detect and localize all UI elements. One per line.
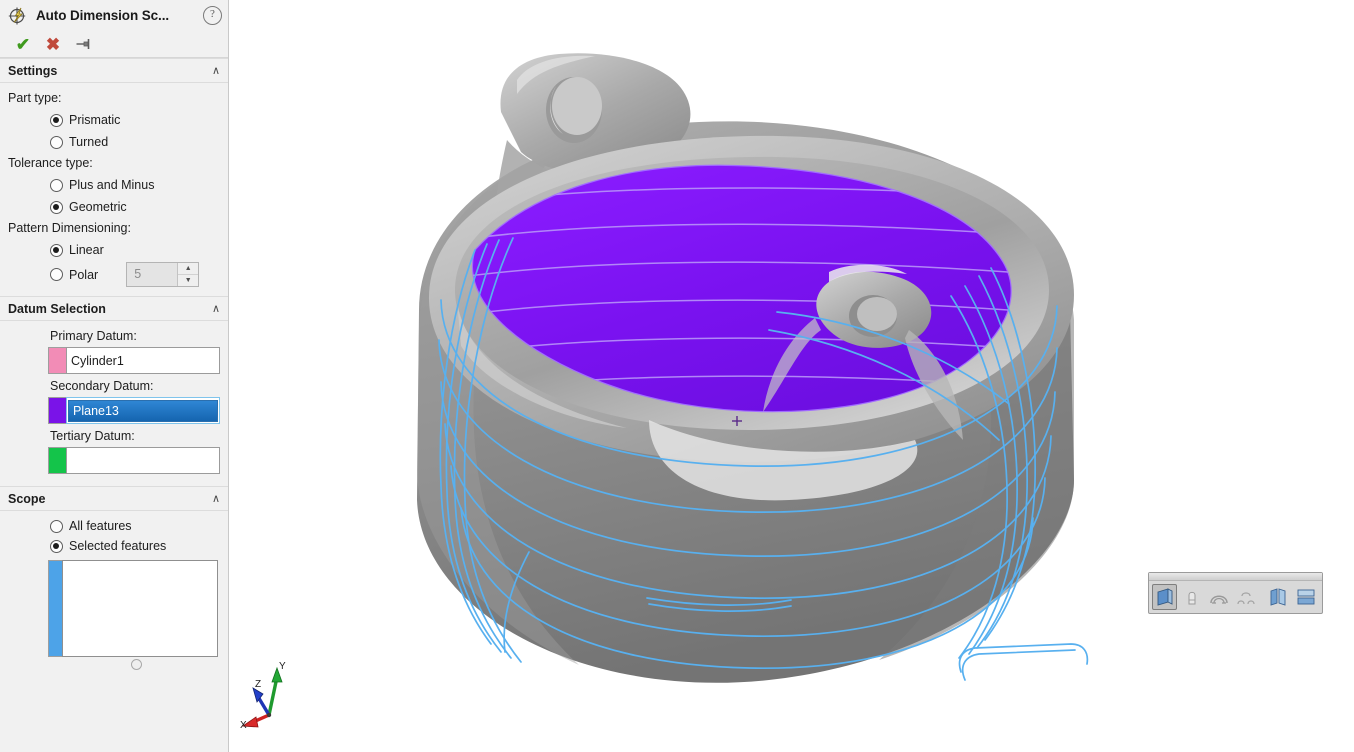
tolerance-type-label: Tolerance type:	[8, 156, 93, 170]
property-manager-panel: Auto Dimension Sc... ? ✔ ✖ Settings ∧ Pa…	[0, 0, 229, 752]
pin-icon[interactable]	[68, 33, 98, 55]
axis-origin	[266, 712, 272, 718]
tertiary-datum-color-swatch	[48, 447, 66, 474]
radio-label: Geometric	[69, 200, 127, 214]
chevron-up-icon[interactable]: ∧	[212, 64, 220, 77]
part-type-label: Part type:	[8, 91, 62, 105]
radio-indicator	[50, 113, 63, 127]
cad-model-3d-view[interactable]	[229, 0, 1354, 752]
y-axis-line	[267, 676, 279, 716]
application-window: Auto Dimension Sc... ? ✔ ✖ Settings ∧ Pa…	[0, 0, 1354, 752]
pattern-dimensioning-label: Pattern Dimensioning:	[8, 221, 131, 235]
radio-tolerance-geometric[interactable]: Geometric	[8, 196, 220, 218]
radio-label: Polar	[69, 267, 99, 282]
settings-body: Part type: Prismatic Turned Tolerance ty…	[0, 83, 228, 290]
chevron-up-icon[interactable]: ∧	[212, 302, 220, 315]
primary-datum-row: Cylinder1	[48, 347, 220, 374]
radio-part-type-turned[interactable]: Turned	[8, 131, 220, 153]
curvature-display-icon[interactable]	[1294, 584, 1319, 610]
chevron-up-icon[interactable]: ∧	[212, 492, 220, 505]
radio-scope-all-features[interactable]: All features	[8, 516, 220, 536]
radio-label: Plus and Minus	[69, 178, 155, 192]
radio-tolerance-plus-and-minus[interactable]: Plus and Minus	[8, 174, 220, 196]
secondary-datum-color-swatch	[48, 397, 66, 424]
scope-selection-list[interactable]	[62, 560, 218, 657]
radio-pattern-polar[interactable]: Polar 5 ▲ ▼	[8, 261, 220, 288]
radio-label: Prismatic	[69, 113, 121, 127]
secondary-datum-value: Plane13	[68, 399, 218, 422]
section-header-settings[interactable]: Settings ∧	[0, 58, 228, 83]
property-manager-action-bar: ✔ ✖	[0, 31, 228, 58]
z-axis-label: Z	[255, 679, 261, 690]
coordinate-axis-triad: Y Z X	[240, 661, 286, 730]
datum-selection-body: Primary Datum: Cylinder1 Secondary Datum…	[0, 321, 228, 478]
radio-label: Selected features	[69, 539, 167, 553]
listbox-resize-handle[interactable]	[130, 659, 142, 670]
section-header-scope[interactable]: Scope ∧	[0, 486, 228, 511]
parting-line-analysis-icon[interactable]	[1233, 584, 1258, 610]
secondary-datum-label: Secondary Datum:	[50, 379, 154, 393]
radio-indicator	[50, 135, 63, 149]
scope-selection-listbox[interactable]	[48, 560, 218, 657]
cancel-x-icon[interactable]: ✖	[38, 33, 68, 55]
stepper-up-icon[interactable]: ▲	[178, 263, 199, 275]
section-view-icon[interactable]	[1152, 584, 1178, 610]
polar-count-value: 5	[134, 267, 142, 281]
graphics-viewport[interactable]: Y Z X	[229, 0, 1354, 752]
stepper-buttons: ▲ ▼	[177, 263, 199, 286]
model-inner-boss-bore	[857, 297, 897, 331]
secondary-datum-field[interactable]: Plane13	[66, 397, 220, 424]
primary-datum-label: Primary Datum:	[50, 329, 137, 343]
radio-pattern-linear[interactable]: Linear	[8, 239, 220, 261]
secondary-datum-row: Plane13	[48, 397, 220, 424]
radio-part-type-prismatic[interactable]: Prismatic	[8, 109, 220, 131]
draft-analysis-icon[interactable]	[1179, 584, 1204, 610]
radio-label: All features	[69, 519, 132, 533]
view-display-toolbar[interactable]	[1148, 572, 1323, 614]
model-lug-hole-bore	[552, 77, 602, 135]
polar-count-stepper[interactable]: 5 ▲ ▼	[126, 262, 200, 287]
tertiary-datum-field[interactable]	[66, 447, 220, 474]
tertiary-datum-label: Tertiary Datum:	[50, 429, 135, 443]
section-title-datum-selection: Datum Selection	[8, 301, 106, 316]
section-title-scope: Scope	[8, 491, 46, 506]
x-axis-label: X	[240, 720, 247, 730]
radio-indicator	[50, 178, 63, 192]
page-title: Auto Dimension Sc...	[36, 8, 170, 23]
radio-indicator	[50, 519, 63, 533]
primary-datum-field[interactable]: Cylinder1	[66, 347, 220, 374]
scope-selection-color-strip	[48, 560, 62, 657]
radio-indicator	[50, 539, 63, 553]
property-manager-titlebar: Auto Dimension Sc... ?	[0, 0, 228, 31]
auto-dimension-scheme-icon	[8, 6, 28, 26]
tertiary-datum-row	[48, 447, 220, 474]
radio-indicator	[50, 200, 63, 214]
toolbar-items	[1149, 581, 1322, 613]
stepper-down-icon[interactable]: ▼	[178, 275, 198, 286]
undercut-analysis-icon[interactable]	[1206, 584, 1231, 610]
section-header-datum-selection[interactable]: Datum Selection ∧	[0, 296, 228, 321]
section-title-settings: Settings	[8, 63, 58, 78]
radio-indicator	[50, 243, 63, 257]
radio-label: Turned	[69, 135, 109, 149]
primary-datum-color-swatch	[48, 347, 66, 374]
help-question-icon[interactable]: ?	[203, 6, 222, 25]
radio-label: Linear	[69, 243, 104, 257]
ok-check-icon[interactable]: ✔	[8, 33, 38, 55]
zebra-stripes-icon[interactable]	[1267, 584, 1292, 610]
toolbar-grip[interactable]	[1149, 573, 1322, 581]
radio-scope-selected-features[interactable]: Selected features	[8, 536, 220, 556]
y-axis-label: Y	[279, 661, 286, 672]
radio-indicator	[50, 268, 63, 281]
scope-body: All features Selected features	[0, 511, 228, 672]
